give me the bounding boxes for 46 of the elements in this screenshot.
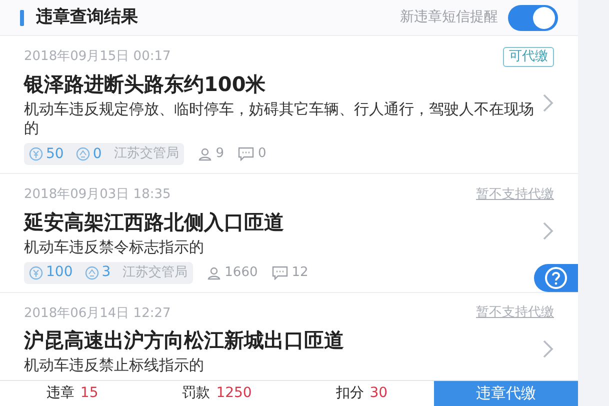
- record-date: 2018年09月03日 18:35: [24, 186, 171, 204]
- comment-count: 12: [292, 264, 308, 282]
- pay-status-tag: 可代缴: [503, 47, 554, 67]
- help-button[interactable]: [534, 264, 578, 292]
- user-count: 9: [216, 145, 224, 164]
- authority-name: 江苏交管局: [122, 264, 188, 282]
- user-count: 1660: [224, 264, 258, 282]
- page-title: 违章查询结果: [36, 6, 138, 29]
- record-location: 延安高架江西路北侧入口匝道: [24, 208, 285, 236]
- summary-label: 罚款: [182, 384, 210, 403]
- points-deducted: 3: [102, 263, 111, 282]
- person-icon: [206, 266, 221, 280]
- sms-alert-label: 新违章短信提醒: [400, 8, 498, 27]
- summary-label: 违章: [46, 384, 74, 403]
- record-description: 机动车违反禁止标线指示的: [24, 356, 205, 375]
- summary-value: 1250: [216, 384, 252, 403]
- record-date: 2018年09月15日 00:17: [24, 48, 171, 66]
- accent-bar: [20, 10, 24, 26]
- yuan-coin-icon: [29, 266, 43, 280]
- summary-value: 30: [370, 384, 388, 403]
- sms-alert-toggle[interactable]: [508, 4, 558, 30]
- yuan-coin-icon: [29, 147, 43, 161]
- fine-amount: 100: [46, 263, 73, 282]
- chevron-right-icon: [542, 92, 554, 112]
- comment-icon: [272, 266, 288, 280]
- points-coin-icon: [76, 147, 90, 161]
- fine-amount: 50: [46, 144, 64, 164]
- person-icon: [198, 147, 212, 161]
- authority-name: 江苏交管局: [114, 145, 179, 164]
- summary-label: 扣分: [336, 384, 364, 403]
- record-date: 2018年06月14日 12:27: [24, 304, 171, 322]
- chevron-right-icon: [542, 220, 554, 240]
- points-deducted: 0: [92, 144, 102, 164]
- record-description: 机动车违反规定停放、临时停车，妨碍其它车辆、行人通行，驾驶人不在现场的: [24, 100, 534, 138]
- pay-status-tag: 暂不支持代缴: [476, 186, 554, 204]
- comment-icon: [238, 147, 254, 161]
- pay-violations-button[interactable]: 违章代缴: [434, 380, 578, 406]
- chevron-right-icon: [542, 339, 554, 359]
- points-coin-icon: [84, 266, 99, 280]
- comment-count: 0: [258, 145, 266, 164]
- question-mark-icon: [544, 266, 568, 290]
- summary-value: 15: [80, 384, 98, 403]
- record-location: 沪昆高速出沪方向松江新城出口匝道: [24, 327, 345, 354]
- pay-status-tag: 暂不支持代缴: [476, 304, 554, 322]
- record-location: 银泽路进断头路东约100米: [24, 71, 267, 98]
- record-description: 机动车违反禁令标志指示的: [24, 238, 205, 256]
